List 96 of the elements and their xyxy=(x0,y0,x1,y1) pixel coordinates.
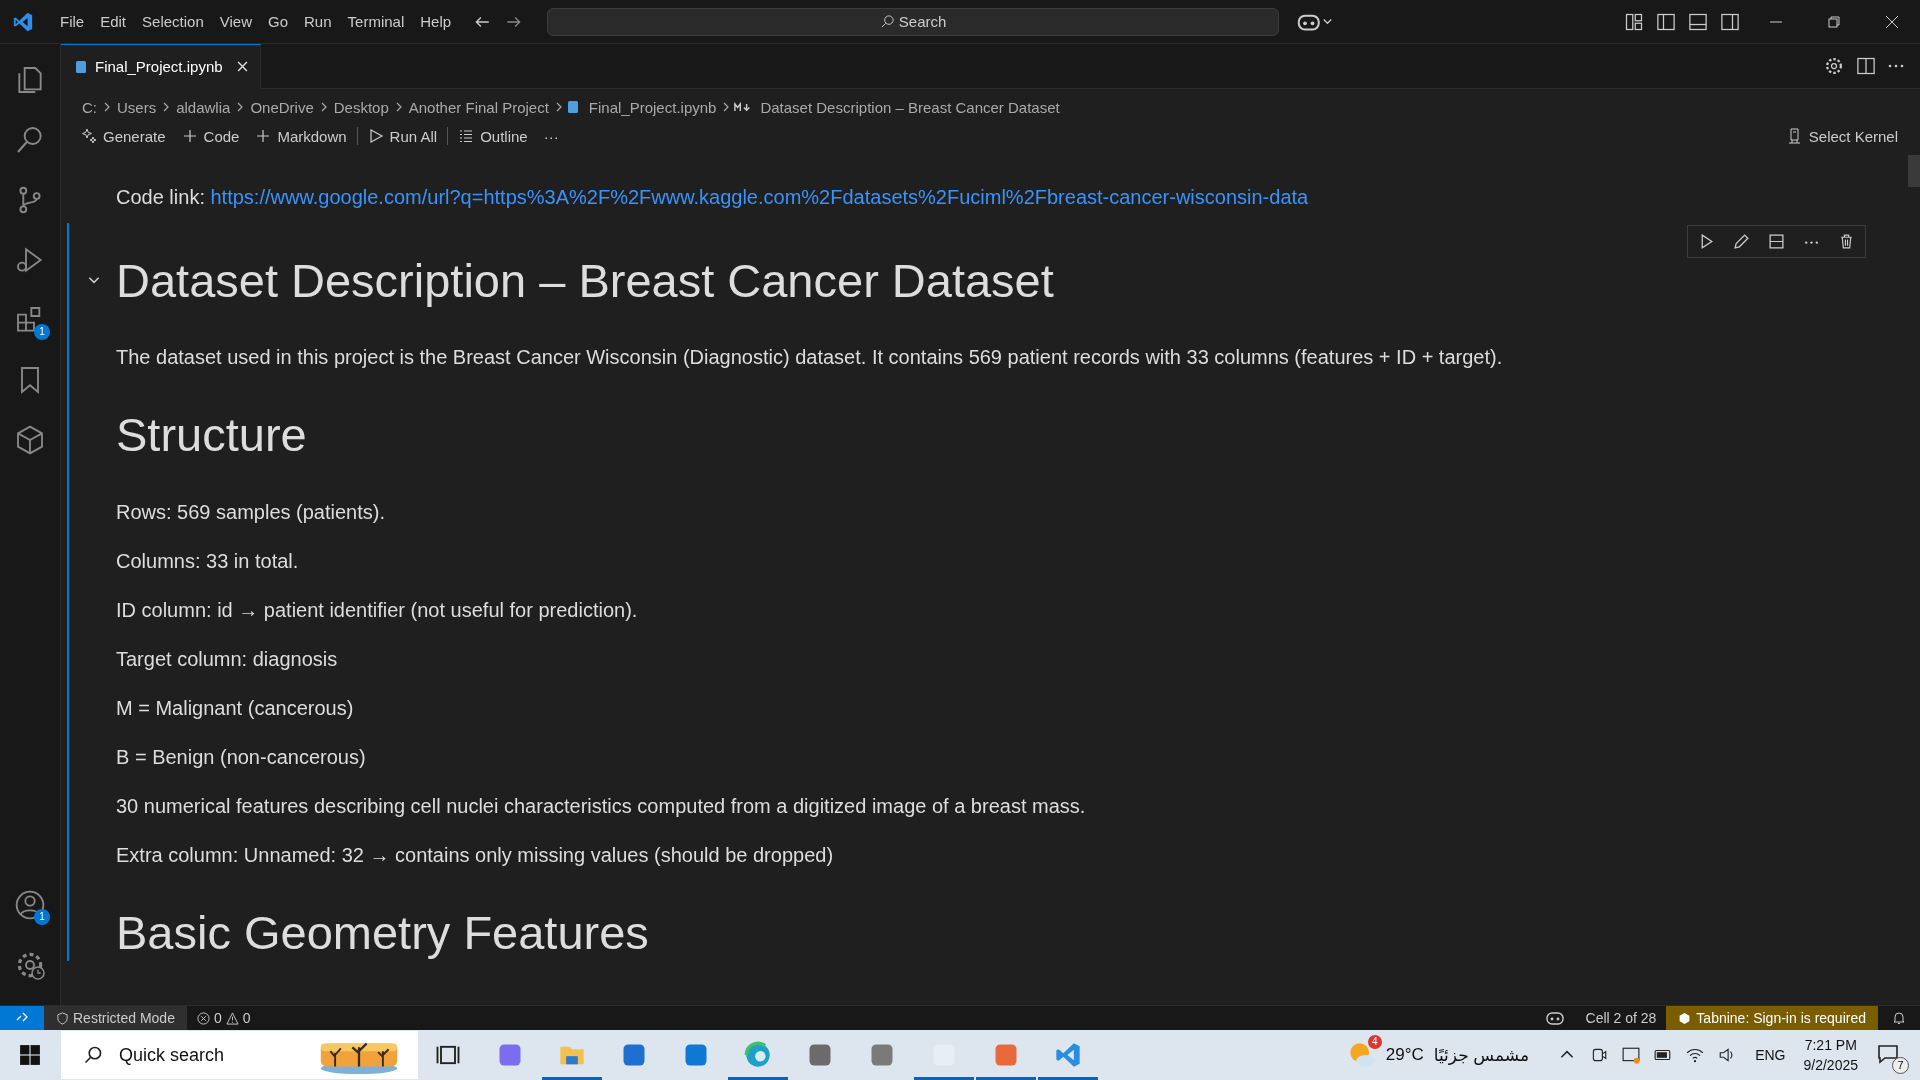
generate-button[interactable]: Generate xyxy=(73,125,174,147)
split-editor-icon[interactable] xyxy=(1856,56,1876,76)
paragraph: Target column: diagnosis xyxy=(116,646,339,671)
language-indicator[interactable]: ENG xyxy=(1755,1047,1786,1063)
menu-item[interactable]: Selection xyxy=(134,9,212,34)
search-field[interactable]: Search xyxy=(547,7,1280,36)
heading: Basic Geometry Features xyxy=(116,904,650,961)
paragraph: Rows: 569 samples (patients). xyxy=(116,499,386,524)
panel-toggle-icon[interactable] xyxy=(1688,11,1708,32)
close-icon[interactable] xyxy=(1884,13,1900,30)
badge: 1 xyxy=(34,324,50,340)
temperature: 29°C xyxy=(1385,1045,1424,1065)
code-editor-icon xyxy=(1054,1041,1082,1069)
menu-item[interactable]: Go xyxy=(260,9,296,34)
link-label: Code link: xyxy=(116,186,205,208)
error-icon xyxy=(196,1011,210,1025)
notification-center-icon[interactable] xyxy=(1876,1042,1900,1066)
paragraph: Columns: 33 in total. xyxy=(116,548,300,573)
menu-item[interactable]: Terminal xyxy=(339,9,413,34)
weather-text: مشمس جزئيًا xyxy=(1433,1044,1530,1066)
scrollbar-thumb[interactable] xyxy=(1908,155,1920,187)
menu-item[interactable]: Run xyxy=(296,9,340,34)
search-field[interactable]: Quick search xyxy=(61,1031,418,1079)
breadcrumb-item[interactable]: OneDrive xyxy=(248,98,316,116)
chevron-icon xyxy=(162,101,171,113)
more-button[interactable]: ··· xyxy=(535,125,567,147)
search-icon xyxy=(83,1045,103,1065)
heading: Structure xyxy=(116,407,308,464)
plus-icon xyxy=(255,128,272,144)
error-count: 0 xyxy=(213,1010,222,1026)
shield-icon xyxy=(56,1011,69,1025)
restore-icon[interactable] xyxy=(1826,13,1842,30)
cube-icon[interactable] xyxy=(14,424,46,456)
cell-indicator[interactable]: Cell 2 of 28 xyxy=(1575,1010,1667,1026)
paragraph: M = Malignant (cancerous) xyxy=(116,695,355,720)
outline-button[interactable]: Outline xyxy=(450,125,536,147)
breadcrumb-item[interactable]: C: xyxy=(80,98,99,116)
app-logo-icon xyxy=(12,10,34,33)
play-icon xyxy=(367,128,384,144)
chevron-icon xyxy=(394,101,403,113)
menu-item[interactable]: File xyxy=(52,9,93,34)
notebook-icon xyxy=(75,59,87,74)
layout-icon[interactable] xyxy=(1624,11,1644,32)
chevron-icon xyxy=(722,101,731,113)
breadcrumb-item[interactable]: Dataset Description – Breast Cancer Dataset xyxy=(758,98,1062,116)
paragraph: Extra column: Unnamed: 32 → contains only missing values (should be dropped) xyxy=(116,842,835,867)
plus-icon xyxy=(181,128,198,144)
badge: 1 xyxy=(34,909,50,925)
warning-count: 0 xyxy=(242,1010,251,1026)
search-icon xyxy=(879,14,895,29)
add-cell-button[interactable]: Markdown xyxy=(247,125,355,147)
problems-button[interactable]: 0 0 xyxy=(186,1010,261,1026)
run-all-button[interactable]: Run All xyxy=(359,125,446,147)
paragraph: ID column: id → patient identifier (not useful for prediction). xyxy=(116,597,639,622)
menu-item[interactable]: Help xyxy=(412,9,460,34)
camera-icon[interactable] xyxy=(1590,1046,1609,1064)
heading: Dataset Description – Breast Cancer Dataset xyxy=(116,253,1055,309)
select-kernel-button[interactable]: Select Kernel xyxy=(1778,125,1906,147)
warning-icon xyxy=(225,1011,239,1025)
breadcrumb-item[interactable]: aldawlia xyxy=(174,98,233,116)
hexagon-icon xyxy=(1678,1011,1692,1025)
chevron-icon xyxy=(554,101,563,113)
breadcrumb-item[interactable]: Users xyxy=(115,98,159,116)
sparkle-icon xyxy=(81,128,97,144)
delete-icon[interactable] xyxy=(1838,233,1855,250)
settings-icon[interactable] xyxy=(1824,56,1844,76)
menu-item[interactable]: View xyxy=(211,9,260,34)
close-icon[interactable] xyxy=(236,61,248,72)
breadcrumb-item[interactable]: Another Final Project xyxy=(406,98,551,116)
menu-item[interactable]: Edit xyxy=(92,9,135,34)
split-cell-icon[interactable] xyxy=(1768,233,1785,250)
clock[interactable]: 7:21 PM 9/2/2025 xyxy=(1803,1035,1858,1075)
badge: 7 xyxy=(1892,1057,1909,1074)
add-cell-button[interactable]: Code xyxy=(173,125,248,147)
badge: 4 xyxy=(1367,1035,1382,1049)
editor-tab[interactable]: Final_Project.ipynb xyxy=(61,43,261,89)
code-link[interactable]: https://www.google.com/url?q=https%3A%2F%2Fwww.kaggle.com%2Fdatasets%2Fuciml%2Fbreast-cancer-wisconsin-data xyxy=(210,186,1309,208)
sidebar-toggle-icon[interactable] xyxy=(1656,11,1676,32)
edit-icon[interactable] xyxy=(1733,233,1750,250)
notebook-icon xyxy=(566,100,579,114)
browser-icon xyxy=(744,1041,772,1069)
paragraph: The dataset used in this project is the Breast Cancer Wisconsin (Diagnostic) dataset. It contains 569 patient records with 33 columns (features + ID + target). xyxy=(116,345,1504,370)
restricted-mode-button[interactable]: Restricted Mode xyxy=(44,1006,187,1030)
breadcrumb-item[interactable]: Final_Project.ipynb xyxy=(586,98,719,116)
chevron-icon xyxy=(236,101,245,113)
secondary-sidebar-icon[interactable] xyxy=(1720,11,1740,32)
list-icon xyxy=(458,128,475,144)
paragraph: 30 numerical features describing cell nuclei characteristics computed from a digitized image of a breast mass. xyxy=(116,793,1087,818)
start-icon[interactable] xyxy=(19,1044,41,1066)
paragraph: B = Benign (non-cancerous) xyxy=(116,744,367,769)
kernel-icon xyxy=(1786,128,1803,144)
wifi-icon[interactable] xyxy=(1686,1046,1705,1064)
chevron-icon xyxy=(319,101,328,113)
breadcrumb-item[interactable]: Desktop xyxy=(331,98,391,116)
chevron-icon xyxy=(103,101,111,113)
tabnine-button[interactable]: Tabnine: Sign-in is required xyxy=(1666,1006,1878,1030)
